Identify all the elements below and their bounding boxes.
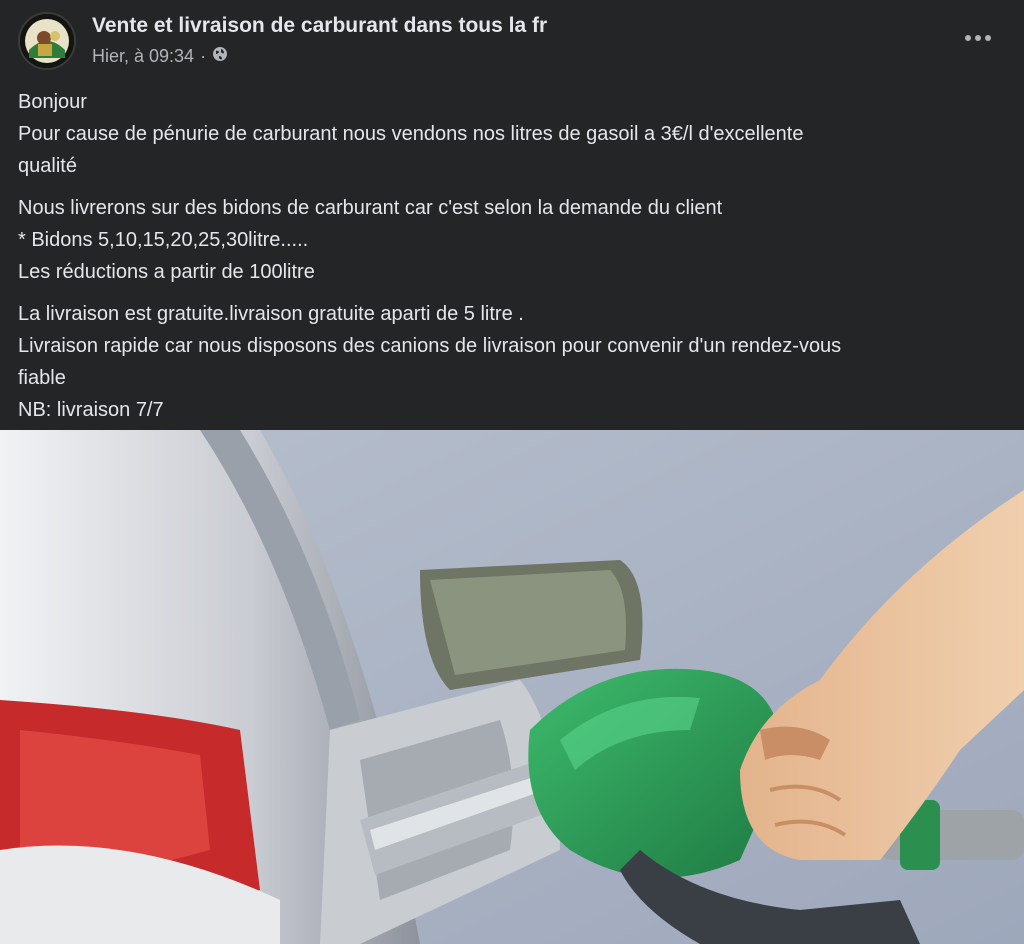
post-header: Vente et livraison de carburant dans tou… <box>0 0 1024 80</box>
text-line: qualité <box>18 155 77 177</box>
more-options-icon[interactable] <box>962 24 994 52</box>
page-name-link[interactable]: Vente et livraison de carburant dans tou… <box>92 14 547 38</box>
post-meta: Hier, à 09:34 · <box>92 46 228 67</box>
text-line: Livraison rapide car nous disposons des … <box>18 335 842 357</box>
paragraph-2: Nous livrerons sur des bidons de carbura… <box>18 192 1008 288</box>
text-line: Les réductions a partir de 100litre <box>18 261 315 283</box>
post-message: Bonjour Pour cause de pénurie de carbura… <box>18 86 1008 436</box>
text-line: Pour cause de pénurie de carburant nous … <box>18 123 804 145</box>
text-line: * Bidons 5,10,15,20,25,30litre..... <box>18 229 309 251</box>
meta-separator: · <box>200 46 207 66</box>
text-line: La livraison est gratuite.livraison grat… <box>18 303 524 325</box>
text-line: Nous livrerons sur des bidons de carbura… <box>18 197 723 219</box>
page-avatar[interactable] <box>18 12 76 70</box>
globe-icon[interactable] <box>212 46 228 67</box>
avatar-image <box>20 14 74 68</box>
post-photo[interactable] <box>0 430 1024 944</box>
text-line: fiable <box>18 367 66 389</box>
text-line: NB: livraison 7/7 <box>18 399 164 421</box>
fuel-nozzle-photo <box>0 430 1024 944</box>
facebook-post: Vente et livraison de carburant dans tou… <box>0 0 1024 944</box>
paragraph-1: Bonjour Pour cause de pénurie de carbura… <box>18 86 1008 182</box>
post-timestamp[interactable]: Hier, à 09:34 <box>92 46 194 67</box>
paragraph-3: La livraison est gratuite.livraison grat… <box>18 298 1008 426</box>
text-line: Bonjour <box>18 91 87 113</box>
